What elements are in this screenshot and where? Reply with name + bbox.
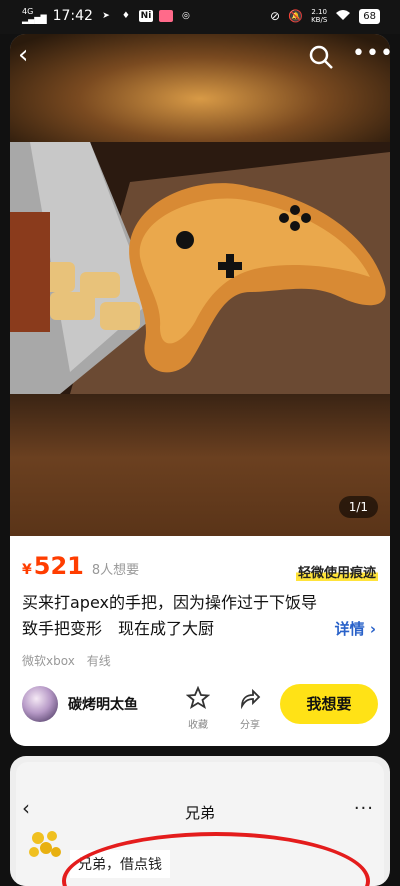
photo-blur-bottom bbox=[10, 394, 390, 536]
wants-count: 8人想要 bbox=[91, 563, 140, 578]
item-info: ¥ 521 8人想要 轻微使用痕迹 买来打apex的手把，因为操作过于下饭导致手… bbox=[10, 536, 390, 746]
price-row: ¥ 521 8人想要 bbox=[22, 552, 139, 580]
battery-indicator: 68 bbox=[359, 8, 380, 24]
star-icon bbox=[185, 685, 211, 709]
seller-profile[interactable]: 碳烤明太鱼 bbox=[22, 686, 138, 722]
wifi-icon bbox=[335, 9, 351, 24]
send-icon: ➤ bbox=[102, 11, 110, 21]
price: 521 bbox=[33, 552, 84, 580]
seller-avatar[interactable] bbox=[22, 686, 58, 722]
tag-brand: 微软xbox bbox=[22, 654, 75, 668]
share-label: 分享 bbox=[240, 720, 260, 731]
more-icon[interactable]: ••• bbox=[352, 43, 390, 70]
flower-avatar-icon bbox=[26, 826, 66, 866]
clock: 17:42 bbox=[52, 8, 93, 24]
status-bar: 4G ▂▄▆█ 17:42 ➤ ♦ Ni ◎ ⊘ 🔕 2.10 KB/S 68 bbox=[0, 0, 400, 34]
condition-badge: 轻微使用痕迹 bbox=[295, 562, 378, 581]
currency-symbol: ¥ bbox=[22, 562, 32, 578]
app-ni-icon: Ni bbox=[138, 10, 153, 22]
item-photo[interactable]: ‹ ••• 1/1 bbox=[10, 34, 390, 536]
photo-page-counter: 1/1 bbox=[338, 496, 378, 518]
network-speed: 2.10 KB/S bbox=[311, 8, 327, 24]
red-annotation-circle bbox=[62, 832, 370, 886]
location-icon: ♦ bbox=[121, 11, 130, 21]
mute-icon: 🔕 bbox=[288, 9, 304, 23]
network-type: 4G bbox=[22, 7, 34, 16]
tag-type: 有线 bbox=[86, 654, 111, 668]
status-right: ⊘ 🔕 2.10 KB/S 68 bbox=[270, 8, 380, 24]
app-swirl-icon: ◎ bbox=[182, 11, 190, 21]
next-card: ‹ 兄弟 ··· 兄弟，借点钱 bbox=[10, 756, 390, 886]
signal-icon: 4G ▂▄▆█ bbox=[22, 7, 47, 24]
share-button[interactable]: 分享 bbox=[232, 686, 268, 731]
speed-value: 2.10 bbox=[311, 8, 327, 16]
photo-controller-chicken bbox=[10, 142, 390, 394]
item-card: ‹ ••• 1/1 ¥ 521 8人想要 轻微使用痕迹 买来打apex的手把，因… bbox=[10, 34, 390, 746]
want-button[interactable]: 我想要 bbox=[280, 684, 378, 724]
chat-screenshot: ‹ 兄弟 ··· 兄弟，借点钱 bbox=[16, 762, 384, 886]
speed-unit: KB/S bbox=[311, 16, 328, 24]
details-link[interactable]: 详情 › bbox=[335, 618, 376, 639]
chat-more-icon: ··· bbox=[353, 798, 374, 819]
search-icon[interactable] bbox=[308, 44, 334, 70]
back-icon[interactable]: ‹ bbox=[18, 42, 46, 70]
favorite-button[interactable]: 收藏 bbox=[180, 685, 216, 731]
item-tags: 微软xbox 有线 bbox=[22, 652, 111, 669]
chat-title: 兄弟 bbox=[184, 804, 215, 822]
seller-name[interactable]: 碳烤明太鱼 bbox=[68, 694, 138, 714]
alarm-icon: ⊘ bbox=[270, 9, 281, 23]
favorite-label: 收藏 bbox=[188, 720, 208, 731]
share-icon bbox=[241, 688, 261, 710]
item-description[interactable]: 买来打apex的手把，因为操作过于下饭导致手把变形 现在成了大厨 bbox=[22, 590, 332, 642]
status-left: 4G ▂▄▆█ 17:42 ➤ ♦ Ni ◎ bbox=[22, 7, 193, 25]
app-notification-icon bbox=[158, 10, 173, 22]
